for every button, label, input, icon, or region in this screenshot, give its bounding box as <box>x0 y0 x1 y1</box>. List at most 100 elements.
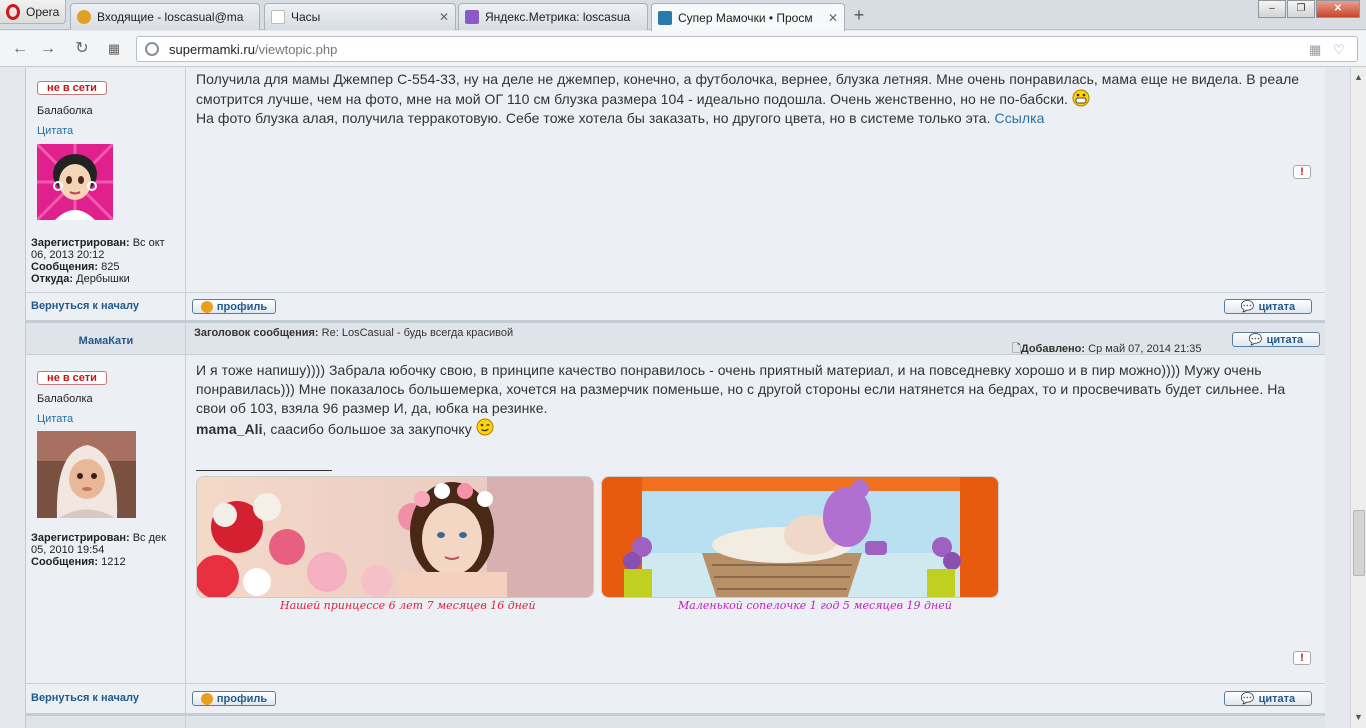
quote-button[interactable]: 💬 цитата <box>1224 691 1312 706</box>
close-window-button[interactable]: ✕ <box>1316 0 1360 18</box>
new-tab-button[interactable]: + <box>850 6 868 25</box>
profile-button-label: профиль <box>216 300 268 313</box>
report-post-button[interactable]: ! <box>1293 165 1311 179</box>
offline-status-badge[interactable]: не в сети <box>37 81 107 95</box>
signature-divider <box>196 470 332 471</box>
post-author-column: не в сети Балаболка Цитата Зарегистриров… <box>26 68 186 292</box>
post-body-column: Получила для мамы Джемпер С-554-33, ну н… <box>186 68 1325 292</box>
scroll-down-arrow-icon[interactable]: ▼ <box>1354 712 1363 722</box>
post-1: не в сети Балаболка Цитата Зарегистриров… <box>26 68 1325 292</box>
back-to-top-link[interactable]: Вернуться к началу <box>31 692 139 704</box>
url-path: /viewtopic.php <box>254 42 338 57</box>
quote-button-label: цитата <box>1266 333 1304 346</box>
scroll-up-arrow-icon[interactable]: ▲ <box>1354 72 1363 82</box>
footer-left: Вернуться к началу <box>26 684 186 714</box>
supermamki-favicon-icon <box>658 10 672 25</box>
signature-banner-girl <box>196 476 594 598</box>
stash-grid-icon[interactable]: ▦ <box>1309 42 1321 58</box>
avatar <box>37 431 136 523</box>
quote-button-label: цитата <box>1258 692 1296 705</box>
wink-smiley-icon <box>476 418 494 437</box>
forum-topic-table: не в сети Балаболка Цитата Зарегистриров… <box>25 68 1325 728</box>
maximize-button[interactable]: ❐ <box>1287 0 1315 18</box>
profile-button[interactable]: профиль <box>192 299 276 314</box>
site-info-icon[interactable] <box>145 42 159 56</box>
post-author-name[interactable]: МамаКати <box>26 335 186 347</box>
quote-bubble-icon: 💬 <box>1240 693 1255 705</box>
post-2: не в сети Балаболка Цитата Зарегистриров… <box>26 354 1325 684</box>
browser-tab[interactable]: Часы ✕ <box>264 3 456 30</box>
browser-tab[interactable]: Яндекс.Метрика: loscasua <box>458 3 648 30</box>
quote-bubble-icon: 💬 <box>1248 334 1263 346</box>
footer-left: Вернуться к началу <box>26 293 186 321</box>
header-left <box>26 716 186 728</box>
opera-logo-icon <box>6 3 20 20</box>
url-text: supermamki.ru/viewtopic.php <box>169 42 337 57</box>
tab-close-icon[interactable]: ✕ <box>439 10 449 24</box>
post-text: И я тоже напишу)))) Забрала юбочку свою,… <box>196 362 1286 416</box>
vertical-scrollbar[interactable]: ▲ ▼ <box>1350 68 1366 728</box>
quote-bubble-icon: 💬 <box>1240 301 1255 313</box>
quote-button[interactable]: 💬 цитата <box>1224 299 1312 314</box>
from-label: Откуда: <box>31 273 74 285</box>
back-arrow-icon[interactable]: ← <box>10 39 30 59</box>
footer-right: профиль 💬 цитата <box>186 293 1325 321</box>
messages-value: 1212 <box>101 556 126 568</box>
address-bar[interactable]: supermamki.ru/viewtopic.php ▦ ♡ <box>136 36 1358 62</box>
user-meta: Зарегистрирован: Вс окт 06, 2013 20:12 С… <box>31 237 181 285</box>
browser-tab-active[interactable]: Супер Мамочки • Просм ✕ <box>651 3 845 31</box>
post-text: Получила для мамы Джемпер С-554-33, ну н… <box>196 71 1300 107</box>
user-rank: Балаболка <box>37 393 93 405</box>
header-right <box>186 716 1325 728</box>
browser-tab[interactable]: Входящие - loscasual@ma <box>70 3 260 30</box>
browser-tab-bar: Opera Входящие - loscasual@ma Часы ✕ Янд… <box>0 0 1366 31</box>
bookmark-heart-icon[interactable]: ♡ <box>1333 42 1345 58</box>
speed-dial-grid-icon[interactable]: ▦ <box>104 39 124 59</box>
metrika-favicon-icon <box>465 10 479 24</box>
quote-button-label: цитата <box>1258 300 1296 313</box>
user-rank: Балаболка <box>37 105 93 117</box>
avatar <box>35 142 115 225</box>
profile-person-icon <box>200 692 213 705</box>
quote-button[interactable]: 💬 цитата <box>1232 332 1320 347</box>
minimize-button[interactable]: – <box>1258 0 1286 18</box>
post-body-column: И я тоже напишу)))) Забрала юбочку свою,… <box>186 355 1325 684</box>
post-1-footer: Вернуться к началу профиль 💬 цитата <box>26 292 1325 321</box>
profile-button-label: профиль <box>216 692 268 705</box>
reload-icon[interactable]: ↻ <box>72 39 92 59</box>
messages-label: Сообщения: <box>31 261 99 273</box>
tab-title: Часы <box>291 10 321 24</box>
tab-title: Яндекс.Метрика: loscasua <box>485 10 631 24</box>
address-toolbar: ← → ↻ ▦ supermamki.ru/viewtopic.php ▦ ♡ <box>0 31 1366 67</box>
post-text: На фото блузка алая, получила терракотов… <box>196 110 991 126</box>
footer-right: профиль 💬 цитата <box>186 684 1325 714</box>
page-viewport: не в сети Балаболка Цитата Зарегистриров… <box>0 68 1350 728</box>
post-3-header-peek <box>26 713 1325 728</box>
scrollbar-thumb[interactable] <box>1353 510 1365 576</box>
post-link[interactable]: Ссылка <box>995 110 1045 126</box>
tab-title: Супер Мамочки • Просм <box>678 10 813 25</box>
banner-caption: Маленькой сопелочке 1 год 5 месяцев 19 д… <box>678 599 952 612</box>
subject-text: Re: LosCasual - будь всегда красивой <box>321 327 514 339</box>
post-2-header: МамаКати Заголовок сообщения: Re: LosCas… <box>26 320 1325 355</box>
post-subject: Заголовок сообщения: Re: LosCasual - буд… <box>194 327 513 339</box>
user-quote-link[interactable]: Цитата <box>37 413 73 425</box>
header-left: МамаКати <box>26 323 186 354</box>
user-meta: Зарегистрирован: Вс дек 05, 2010 19:54 С… <box>31 532 181 568</box>
offline-status-badge[interactable]: не в сети <box>37 371 107 385</box>
signature-banner-baby <box>601 476 999 598</box>
forward-arrow-icon[interactable]: → <box>38 39 58 59</box>
back-to-top-link[interactable]: Вернуться к началу <box>31 300 139 312</box>
url-host: supermamki.ru <box>169 42 255 57</box>
grin-smiley-icon <box>1072 89 1090 107</box>
clock-favicon-icon <box>271 10 285 24</box>
user-quote-link[interactable]: Цитата <box>37 125 73 137</box>
opera-menu-button[interactable]: Opera <box>0 0 66 24</box>
report-post-button[interactable]: ! <box>1293 651 1311 665</box>
post-message: И я тоже напишу)))) Забрала юбочку свою,… <box>196 361 1315 439</box>
subject-label: Заголовок сообщения: <box>194 327 319 339</box>
profile-button[interactable]: профиль <box>192 691 276 706</box>
profile-person-icon <box>200 300 213 313</box>
header-right: Заголовок сообщения: Re: LosCasual - буд… <box>186 323 1325 355</box>
tab-close-icon[interactable]: ✕ <box>828 11 838 25</box>
